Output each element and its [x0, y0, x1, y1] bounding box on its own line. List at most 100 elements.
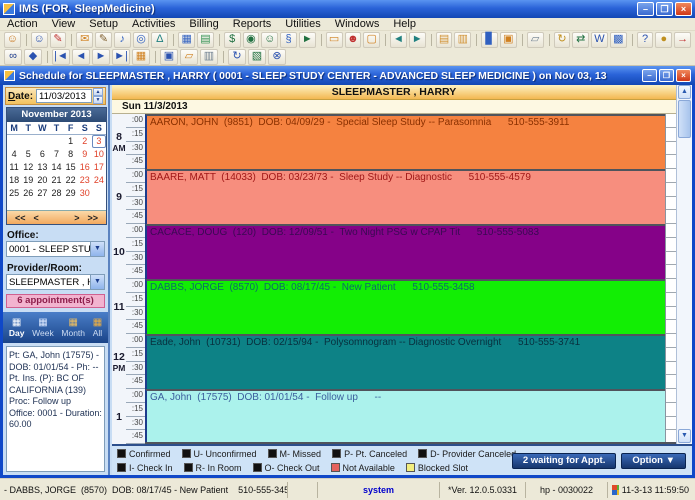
calendar-day[interactable]: 19 [21, 174, 35, 187]
forward-icon[interactable]: ► [408, 31, 426, 48]
time-slot[interactable]: :00 [126, 389, 145, 403]
time-slot[interactable]: :00 [126, 169, 145, 183]
calendar-day[interactable]: 28 [49, 187, 63, 200]
time-slot[interactable]: :30 [126, 362, 145, 376]
time-slot[interactable]: :30 [126, 252, 145, 266]
chevron-down-icon[interactable]: ▼ [90, 242, 104, 256]
menu-item[interactable]: Reports [226, 18, 279, 30]
time-slot[interactable]: :15 [126, 238, 145, 252]
new-patient-icon[interactable]: ☺ [25, 31, 48, 48]
refresh-icon[interactable]: ↻ [223, 48, 246, 65]
appointment-block[interactable]: DABBS, JORGE (8570) DOB: 08/17/45 - New … [145, 279, 665, 334]
workspace-icon[interactable]: ▣ [155, 48, 178, 65]
calendar-day[interactable]: 21 [49, 174, 63, 187]
menu-item[interactable]: Activities [125, 18, 182, 30]
calendar-day[interactable]: 16 [78, 161, 92, 174]
time-slot[interactable]: :45 [126, 265, 145, 279]
export-excel-icon[interactable]: ▧ [248, 48, 266, 65]
calendar-day[interactable]: 11 [7, 161, 21, 174]
calendar-day[interactable]: 13 [35, 161, 49, 174]
time-slot[interactable]: :15 [126, 348, 145, 362]
restore-icon[interactable]: ❒ [656, 2, 673, 16]
window-minimize-icon[interactable]: – [642, 69, 657, 82]
date-spinner[interactable]: ▲ ▼ [93, 88, 104, 104]
calendar-day[interactable]: 18 [7, 174, 21, 187]
close-icon[interactable]: × [675, 2, 692, 16]
find-icon[interactable]: ∞ [4, 48, 22, 65]
calendar-day[interactable]: 14 [49, 161, 63, 174]
calendar-nav-button[interactable]: >> [83, 213, 102, 223]
patient-chart-icon[interactable]: ☺ [4, 31, 21, 48]
window-maximize-icon[interactable]: ❒ [659, 69, 674, 82]
time-slot[interactable]: :00 [126, 114, 145, 128]
appointment-block[interactable]: Eade, John (10731) DOB: 02/15/94 - Polys… [145, 334, 665, 389]
time-slot[interactable]: :45 [126, 155, 145, 169]
calendar-day[interactable] [92, 187, 106, 200]
chart-review-icon[interactable]: ◎ [132, 31, 150, 48]
messages-icon[interactable]: ✉ [71, 31, 94, 48]
provider-select[interactable]: SLEEPMASTER , HARR ▼ [6, 274, 105, 290]
prev-record-icon[interactable]: ◄ [72, 48, 90, 65]
back-icon[interactable]: ◄ [385, 31, 407, 48]
claims-icon[interactable]: ► [298, 31, 316, 48]
report-viewer-icon[interactable]: ▩ [609, 31, 627, 48]
copy-icon[interactable]: ▱ [521, 31, 544, 48]
vertical-scrollbar[interactable]: ▲ ▼ [676, 85, 692, 444]
calendar-day[interactable]: 3 [91, 135, 106, 148]
progress-notes-icon[interactable]: ▤ [197, 31, 214, 48]
word-export-icon[interactable]: W [591, 31, 608, 48]
first-record-icon[interactable]: |◄ [47, 48, 70, 65]
calendar-day[interactable]: 1 [64, 135, 78, 148]
time-slot[interactable]: :15 [126, 183, 145, 197]
calendar-day[interactable]: 6 [35, 148, 49, 161]
spinner-down-icon[interactable]: ▼ [93, 96, 104, 104]
referrals-icon[interactable]: ☻ [344, 31, 362, 48]
insurance-card-icon[interactable]: ▭ [320, 31, 343, 48]
prescription-icon[interactable]: ✎ [95, 31, 112, 48]
collections-icon[interactable]: ☺ [261, 31, 279, 48]
duplicate-icon[interactable]: ▱ [180, 48, 198, 65]
calendar-day[interactable]: 29 [64, 187, 78, 200]
calendar-day[interactable]: 7 [49, 148, 63, 161]
exit-icon[interactable]: → [674, 31, 691, 48]
date-input[interactable] [36, 89, 93, 103]
calendar-day[interactable]: 20 [35, 174, 49, 187]
time-slot[interactable]: :15 [126, 128, 145, 142]
calendar-day[interactable]: 4 [7, 148, 21, 161]
calendar-icon[interactable]: ▦ [132, 48, 150, 65]
view-tab[interactable]: ▦ Day [9, 317, 25, 338]
time-slot[interactable]: :30 [126, 142, 145, 156]
statements-icon[interactable]: § [280, 31, 297, 48]
time-slot[interactable]: :30 [126, 197, 145, 211]
calendar-day[interactable] [35, 135, 49, 148]
menu-item[interactable]: Utilities [278, 18, 327, 30]
time-slot[interactable]: :00 [126, 334, 145, 348]
time-slot[interactable]: :30 [126, 307, 145, 321]
calendar-day[interactable] [49, 135, 63, 148]
window-close-icon[interactable]: × [676, 69, 691, 82]
lock-icon[interactable]: ● [655, 31, 673, 48]
appointment-block[interactable]: BAARE, MATT (14033) DOB: 03/23/73 - Slee… [145, 169, 665, 224]
menu-item[interactable]: Windows [328, 18, 387, 30]
payments-icon[interactable]: ◉ [242, 31, 260, 48]
menu-item[interactable]: View [45, 18, 83, 30]
calendar-day[interactable]: 17 [92, 161, 106, 174]
documents-icon[interactable]: ▢ [363, 31, 381, 48]
option-button[interactable]: Option ▼ [621, 453, 686, 469]
saved-folder-icon[interactable]: ▥ [454, 31, 472, 48]
time-slot[interactable]: :45 [126, 320, 145, 334]
transfer-icon[interactable]: ⇄ [572, 31, 590, 48]
calendar-day[interactable]: 9 [78, 148, 92, 161]
time-slot[interactable]: :45 [126, 430, 145, 444]
time-slot[interactable]: :15 [126, 293, 145, 307]
scroll-up-icon[interactable]: ▲ [678, 85, 691, 99]
calendar-day[interactable]: 12 [21, 161, 35, 174]
calendar-day[interactable]: 8 [64, 148, 78, 161]
appointment-block[interactable]: CACACE, DOUG (120) DOB: 12/09/51 - Two N… [145, 224, 665, 279]
save-layout-icon[interactable]: ▥ [200, 48, 218, 65]
view-tab[interactable]: ▦ All [93, 317, 102, 338]
view-tab[interactable]: ▦ Week [32, 317, 54, 338]
office-select[interactable]: 0001 - SLEEP STUDY CE ▼ [6, 241, 105, 257]
refund-icon[interactable]: ↻ [548, 31, 571, 48]
stop-icon[interactable]: ⊗ [268, 48, 286, 65]
